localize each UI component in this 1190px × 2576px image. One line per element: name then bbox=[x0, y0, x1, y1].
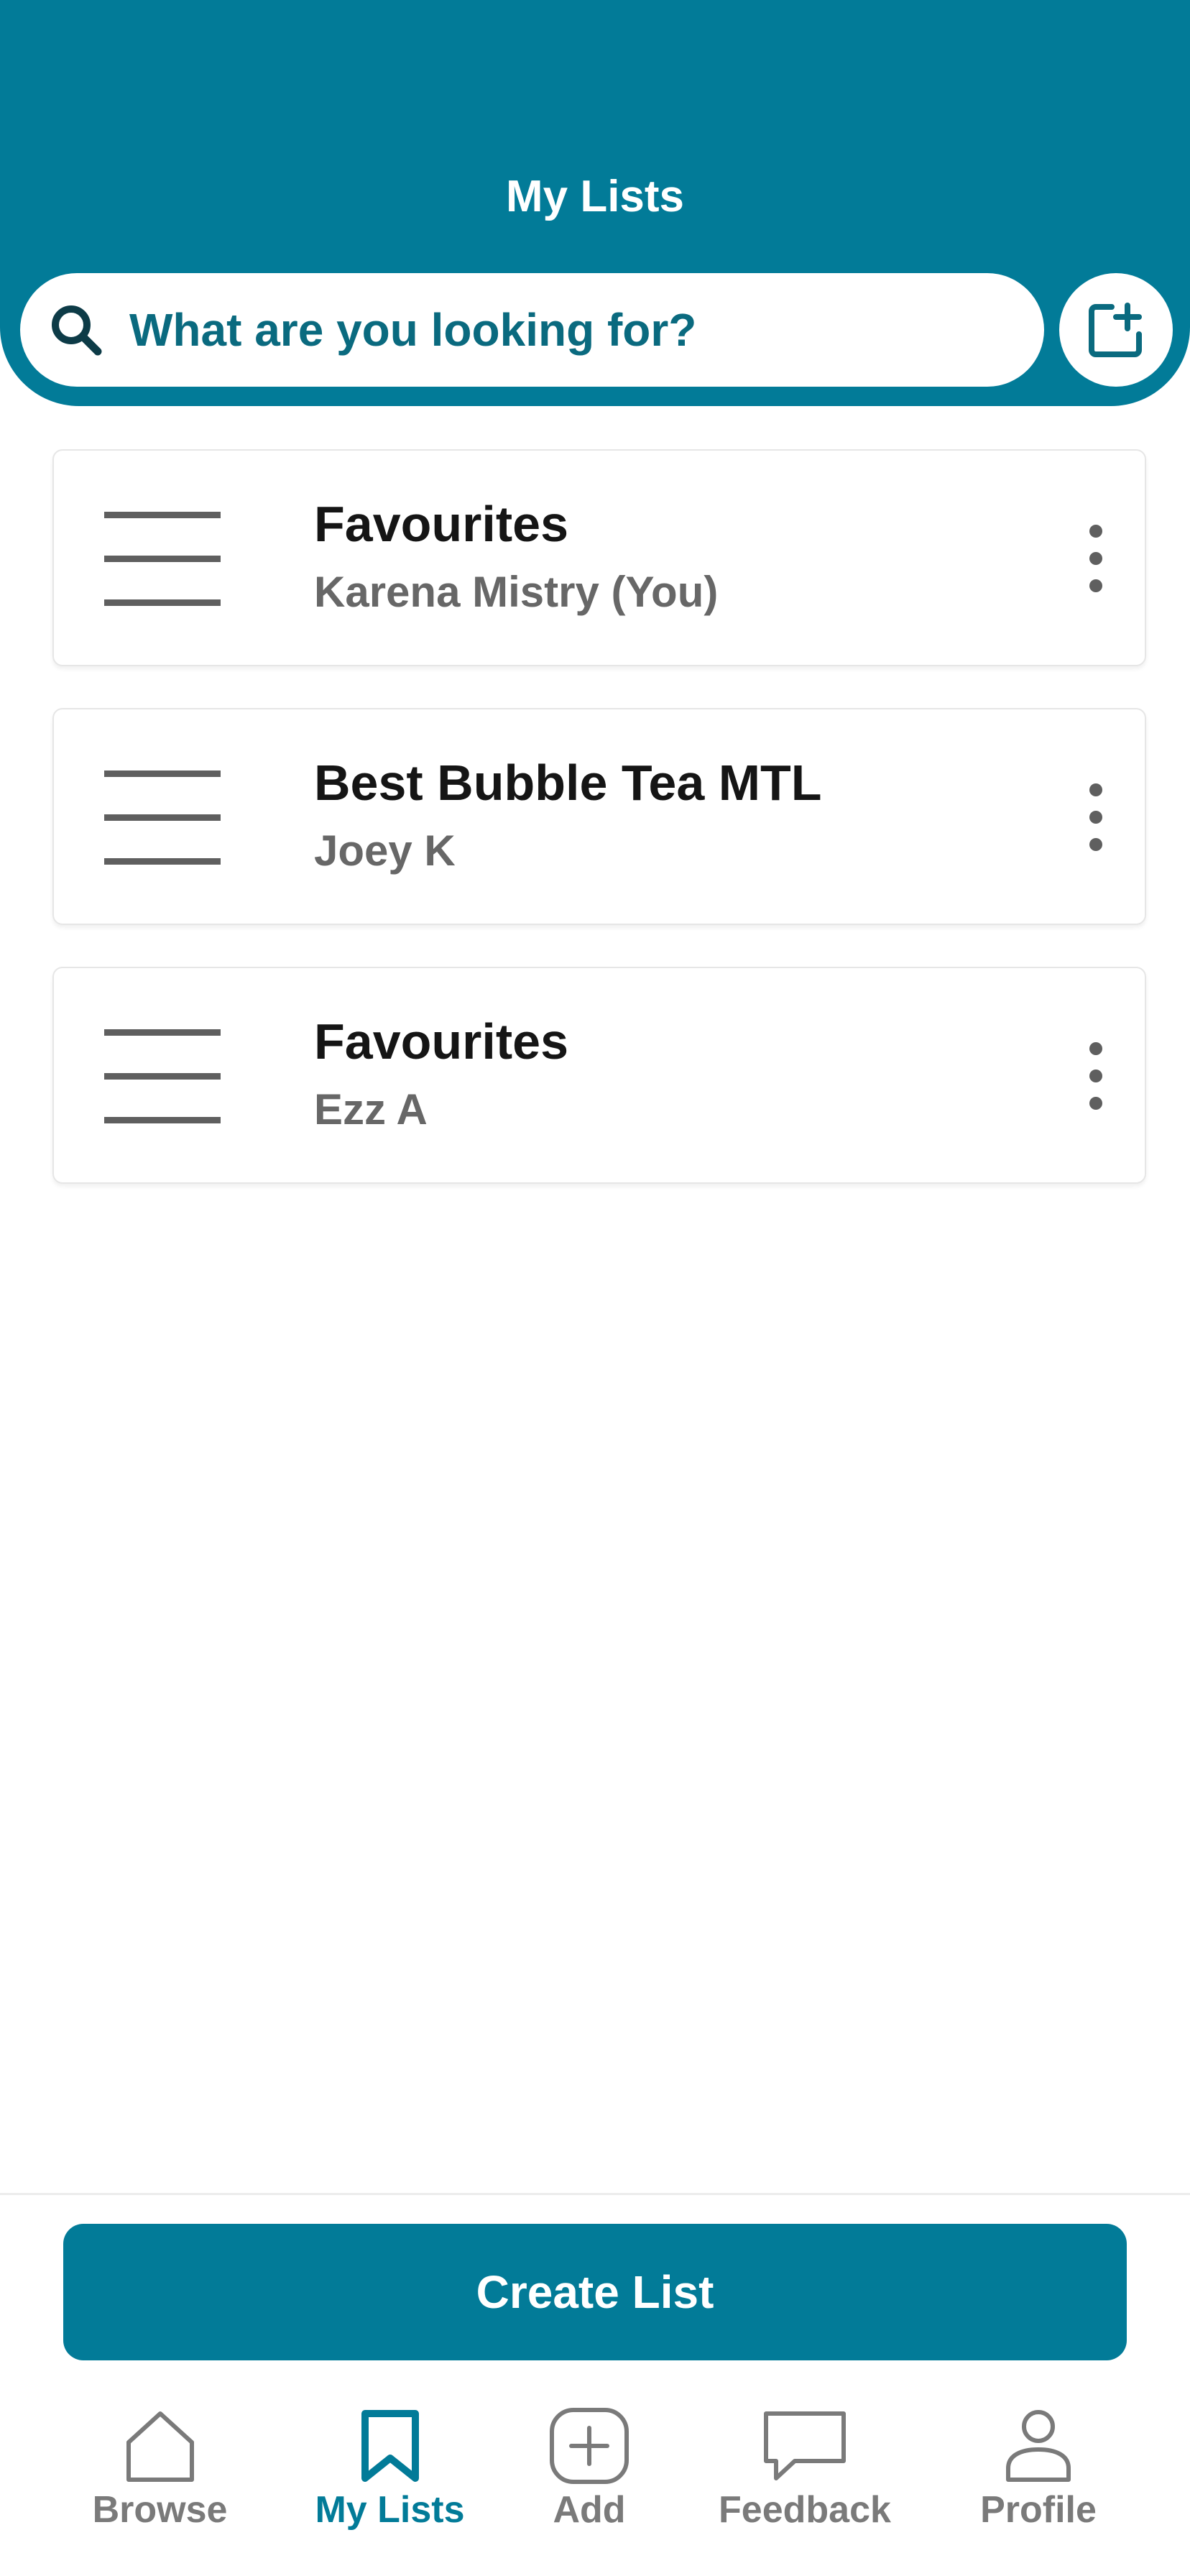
list-item[interactable]: Favourites Karena Mistry (You) bbox=[52, 449, 1146, 666]
list-item[interactable]: Favourites Ezz A bbox=[52, 967, 1146, 1184]
search-placeholder: What are you looking for? bbox=[129, 304, 697, 356]
tab-label: Browse bbox=[92, 2489, 228, 2531]
list-title: Best Bubble Tea MTL bbox=[314, 755, 822, 811]
plus-circle-icon bbox=[550, 2408, 629, 2484]
list-owner: Karena Mistry (You) bbox=[314, 568, 719, 616]
tab-label: Feedback bbox=[719, 2489, 891, 2531]
list-icon bbox=[104, 512, 221, 606]
divider bbox=[0, 2193, 1190, 2195]
more-options-icon[interactable] bbox=[1081, 1040, 1110, 1112]
new-list-button[interactable] bbox=[1059, 273, 1173, 387]
list-title: Favourites bbox=[314, 1013, 568, 1070]
tab-browse[interactable]: Browse bbox=[83, 2393, 237, 2576]
more-options-icon[interactable] bbox=[1081, 523, 1110, 594]
my-lists-screen: My Lists What are you looking for? Favou… bbox=[0, 0, 1190, 2576]
list-owner: Joey K bbox=[314, 827, 456, 875]
tab-my-lists[interactable]: My Lists bbox=[309, 2393, 471, 2576]
list-icon bbox=[104, 770, 221, 865]
tab-label: My Lists bbox=[315, 2489, 465, 2531]
tab-label: Profile bbox=[980, 2489, 1097, 2531]
new-list-icon bbox=[1089, 303, 1142, 357]
bookmark-icon bbox=[361, 2410, 419, 2482]
create-list-button[interactable]: Create List bbox=[63, 2224, 1127, 2360]
bottom-tab-bar: Browse My Lists Add Feedback Profile bbox=[0, 2393, 1190, 2576]
list-icon bbox=[104, 1029, 221, 1123]
header: My Lists What are you looking for? bbox=[0, 0, 1190, 406]
page-title: My Lists bbox=[505, 172, 685, 221]
tab-profile[interactable]: Profile bbox=[967, 2393, 1110, 2576]
tab-feedback[interactable]: Feedback bbox=[711, 2393, 898, 2576]
list-title: Favourites bbox=[314, 496, 568, 552]
tab-add[interactable]: Add bbox=[532, 2393, 647, 2576]
list-item[interactable]: Best Bubble Tea MTL Joey K bbox=[52, 708, 1146, 925]
search-input[interactable]: What are you looking for? bbox=[20, 273, 1044, 387]
list-owner: Ezz A bbox=[314, 1085, 428, 1133]
person-icon bbox=[1006, 2410, 1071, 2482]
more-options-icon[interactable] bbox=[1081, 781, 1110, 853]
chat-bubble-icon bbox=[764, 2411, 846, 2480]
home-icon bbox=[126, 2411, 194, 2482]
tab-label: Add bbox=[553, 2489, 626, 2531]
search-icon bbox=[52, 305, 102, 356]
